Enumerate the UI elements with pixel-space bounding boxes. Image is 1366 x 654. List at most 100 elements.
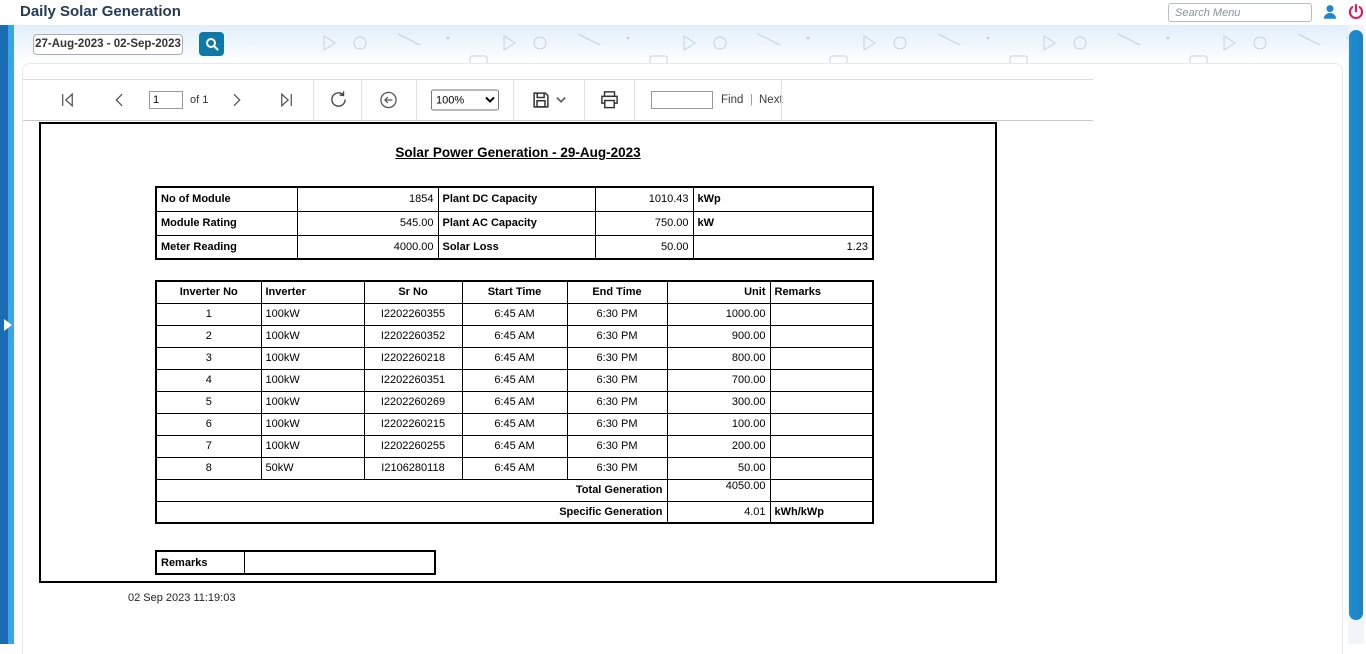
- cell-sr-no: I2202260215: [364, 413, 462, 435]
- cell-sr-no: I2202260255: [364, 435, 462, 457]
- decor-shapes: [1040, 25, 1220, 63]
- cell-end-time: 6:30 PM: [567, 391, 667, 413]
- cell-remarks: [770, 369, 873, 391]
- col-header: Remarks: [770, 281, 873, 303]
- cell-sr-no: I2202260269: [364, 391, 462, 413]
- cell-unit: 50.00: [667, 457, 770, 479]
- power-icon[interactable]: [1347, 3, 1365, 21]
- cell-inverter-no: 2: [156, 325, 261, 347]
- cell-end-time: 6:30 PM: [567, 347, 667, 369]
- decor-shapes: [680, 25, 860, 63]
- content-card: of 1 100%: [22, 63, 1343, 654]
- cell-sr-no: I2106280118: [364, 457, 462, 479]
- print-icon[interactable]: [599, 90, 620, 111]
- cell-unit: 1000.00: [667, 303, 770, 325]
- cell-inverter-no: 1: [156, 303, 261, 325]
- menu-search-input[interactable]: [1168, 3, 1312, 22]
- page-count-label: of 1: [190, 94, 208, 106]
- col-header: Sr No: [364, 281, 462, 303]
- cell-inverter-no: 4: [156, 369, 261, 391]
- page-title: Daily Solar Generation: [20, 3, 181, 20]
- specific-label: Specific Generation: [156, 501, 667, 523]
- cell-start-time: 6:45 AM: [462, 391, 567, 413]
- summary-value: 750.00: [595, 211, 693, 235]
- summary-label: Plant AC Capacity: [438, 211, 595, 235]
- back-to-parent-icon[interactable]: [379, 91, 398, 110]
- cell-inverter: 50kW: [261, 457, 364, 479]
- summary-row: Module Rating 545.00 Plant AC Capacity 7…: [156, 211, 873, 235]
- cell-start-time: 6:45 AM: [462, 457, 567, 479]
- cell-end-time: 6:30 PM: [567, 369, 667, 391]
- summary-unit: kW: [693, 211, 873, 235]
- summary-label: Solar Loss: [438, 235, 595, 259]
- scrollbar-thumb[interactable]: [1349, 30, 1363, 620]
- report-generated-timestamp: 02 Sep 2023 11:19:03: [128, 592, 235, 604]
- cell-start-time: 6:45 AM: [462, 413, 567, 435]
- find-link[interactable]: Find: [721, 94, 743, 106]
- col-header: Inverter: [261, 281, 364, 303]
- cell-inverter-no: 7: [156, 435, 261, 457]
- cell-inverter: 100kW: [261, 391, 364, 413]
- cell-inverter: 100kW: [261, 347, 364, 369]
- report-page: Solar Power Generation - 29-Aug-2023 No …: [39, 122, 997, 583]
- cell-inverter-no: 5: [156, 391, 261, 413]
- first-page-button[interactable]: [59, 92, 77, 109]
- summary-row: No of Module 1854 Plant DC Capacity 1010…: [156, 187, 873, 211]
- remarks-row: Remarks: [156, 551, 435, 574]
- zoom-select[interactable]: 100%: [431, 90, 499, 111]
- summary-value: 1.23: [693, 235, 873, 259]
- col-header: Unit: [667, 281, 770, 303]
- find-text-input[interactable]: [651, 91, 713, 109]
- left-rail-inner: [8, 25, 14, 644]
- total-generation-row: Total Generation 4050.00: [156, 479, 873, 501]
- filter-search-button[interactable]: [199, 32, 224, 56]
- col-header: Start Time: [462, 281, 567, 303]
- inverter-row: 6 100kW I2202260215 6:45 AM 6:30 PM 100.…: [156, 413, 873, 435]
- cell-unit: 800.00: [667, 347, 770, 369]
- cell-inverter: 100kW: [261, 435, 364, 457]
- user-icon[interactable]: [1321, 3, 1339, 21]
- cell-end-time: 6:30 PM: [567, 435, 667, 457]
- page-number-input[interactable]: [149, 91, 183, 109]
- inverter-row: 4 100kW I2202260351 6:45 AM 6:30 PM 700.…: [156, 369, 873, 391]
- cell-unit: 300.00: [667, 391, 770, 413]
- toolbar-divider: [781, 80, 782, 120]
- cell-inverter-no: 3: [156, 347, 261, 369]
- cell-unit: 700.00: [667, 369, 770, 391]
- decor-shapes: [320, 25, 500, 63]
- cell-inverter-no: 8: [156, 457, 261, 479]
- plant-summary-table: No of Module 1854 Plant DC Capacity 1010…: [155, 186, 874, 260]
- find-next-link[interactable]: Next: [759, 94, 783, 106]
- export-dropdown-chevron-icon[interactable]: [555, 94, 567, 106]
- report-toolbar: of 1 100%: [23, 79, 1093, 121]
- inverter-row: 8 50kW I2106280118 6:45 AM 6:30 PM 50.00: [156, 457, 873, 479]
- last-page-button[interactable]: [277, 92, 295, 109]
- cell-end-time: 6:30 PM: [567, 325, 667, 347]
- previous-page-button[interactable]: [111, 92, 129, 109]
- cell-remarks: [770, 391, 873, 413]
- next-page-button[interactable]: [227, 92, 245, 109]
- cell-end-time: 6:30 PM: [567, 413, 667, 435]
- inverter-row: 3 100kW I2202260218 6:45 AM 6:30 PM 800.…: [156, 347, 873, 369]
- cell-sr-no: I2202260218: [364, 347, 462, 369]
- summary-label: No of Module: [156, 187, 297, 211]
- cell-start-time: 6:45 AM: [462, 369, 567, 391]
- summary-row: Meter Reading 4000.00 Solar Loss 50.00 1…: [156, 235, 873, 259]
- cell-unit: 100.00: [667, 413, 770, 435]
- toolbar-divider: [313, 80, 314, 120]
- summary-value: 545.00: [297, 211, 438, 235]
- cell-inverter-no: 6: [156, 413, 261, 435]
- toolbar-divider: [584, 80, 585, 120]
- chevron-right-icon: [4, 319, 12, 331]
- search-icon: [204, 36, 220, 52]
- remarks-box: Remarks: [155, 550, 436, 575]
- cell-remarks: [770, 347, 873, 369]
- cell-inverter: 100kW: [261, 413, 364, 435]
- sidebar-expand-toggle[interactable]: [1, 316, 14, 334]
- refresh-icon[interactable]: [329, 91, 348, 110]
- cell-start-time: 6:45 AM: [462, 303, 567, 325]
- inverter-header-row: Inverter No Inverter Sr No Start Time En…: [156, 281, 873, 303]
- export-save-icon[interactable]: [531, 90, 551, 110]
- cell-unit: 200.00: [667, 435, 770, 457]
- date-range-picker[interactable]: 27-Aug-2023 - 02-Sep-2023: [33, 34, 183, 55]
